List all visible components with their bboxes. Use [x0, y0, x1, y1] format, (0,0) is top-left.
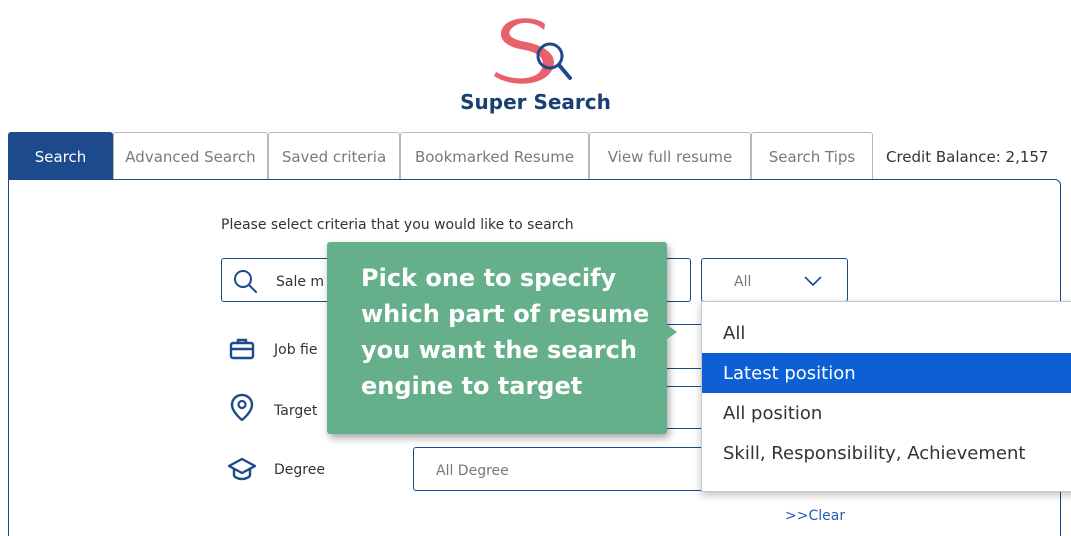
tab-saved-criteria[interactable]: Saved criteria [268, 132, 400, 180]
tooltip-pointer [663, 322, 677, 342]
tooltip-text: Pick one to specify which part of resume… [361, 264, 650, 400]
briefcase-icon [229, 338, 255, 360]
graduation-cap-icon [228, 457, 256, 481]
location-pin-icon [230, 393, 254, 421]
search-icon [234, 270, 257, 293]
scope-option-latest-position[interactable]: Latest position [702, 353, 1071, 393]
job-field-label: Job fie [274, 342, 318, 358]
target-input-edge [667, 386, 701, 387]
criteria-prompt: Please select criteria that you would li… [221, 217, 574, 233]
scope-option-all-position[interactable]: All position [702, 393, 1071, 433]
credit-balance: Credit Balance: 2,157 [886, 148, 1049, 166]
search-scope-select[interactable]: All [701, 258, 848, 302]
tab-bookmarked-resume[interactable]: Bookmarked Resume [400, 132, 589, 180]
degree-select[interactable]: All Degree [413, 447, 713, 491]
job-field-input-edge-bottom [667, 368, 701, 369]
scope-option-all[interactable]: All [702, 313, 1071, 353]
target-label: Target [274, 403, 318, 419]
tab-search-tips[interactable]: Search Tips [751, 132, 873, 180]
super-search-logo [494, 18, 572, 84]
degree-label: Degree [274, 462, 325, 478]
degree-value: All Degree [436, 463, 509, 479]
clear-link[interactable]: >>Clear [785, 508, 845, 524]
tab-search[interactable]: Search [8, 132, 113, 180]
tab-view-full-resume[interactable]: View full resume [589, 132, 751, 180]
scope-option-skill[interactable]: Skill, Responsibility, Achievement [702, 433, 1071, 473]
help-tooltip: Pick one to specify which part of resume… [327, 242, 667, 434]
brand-title: Super Search [460, 90, 611, 114]
search-scope-dropdown: All Latest position All position Skill, … [701, 301, 1071, 492]
keyword-value: Sale m [276, 274, 325, 290]
search-scope-value: All [734, 274, 752, 290]
target-input-edge-bottom [667, 428, 701, 429]
chevron-down-icon [804, 276, 822, 287]
tab-advanced-search[interactable]: Advanced Search [113, 132, 268, 180]
